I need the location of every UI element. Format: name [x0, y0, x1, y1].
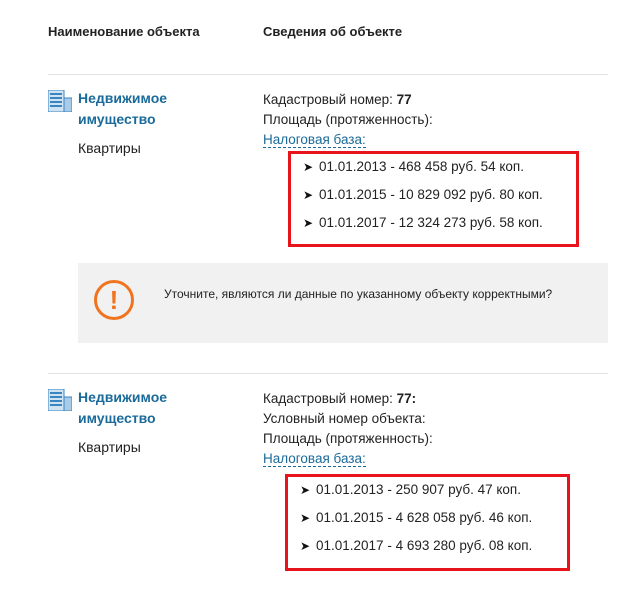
arrow-bullet-icon: ➤ — [303, 188, 314, 202]
tax-base-link[interactable]: Налоговая база: — [263, 132, 366, 148]
arrow-bullet-icon: ➤ — [300, 539, 311, 553]
arrow-bullet-icon: ➤ — [303, 216, 314, 230]
tax-base-item: ➤ 01.01.2013 - 250 907 руб. 47 коп. — [300, 482, 521, 497]
cadastral-number-label: Кадастровый номер: — [263, 92, 393, 107]
conditional-number-label: Условный номер объекта: — [263, 411, 426, 426]
exclamation-circle-icon: ! — [94, 280, 134, 320]
arrow-bullet-icon: ➤ — [303, 160, 314, 174]
object-kind: Квартиры — [78, 439, 141, 455]
arrow-bullet-icon: ➤ — [300, 483, 311, 497]
object-title-link[interactable]: Недвижимое имущество — [78, 88, 218, 130]
cadastral-number-value: 77: — [396, 391, 417, 406]
tax-base-highlight-box: ➤ 01.01.2013 - 468 458 руб. 54 коп. ➤ 01.0… — [288, 151, 579, 247]
arrow-bullet-icon: ➤ — [300, 511, 311, 525]
object-info: Кадастровый номер: 77 Площадь (протяженн… — [263, 90, 433, 150]
object-info: Кадастровый номер: 77: Условный номер об… — [263, 389, 433, 469]
alert-message: Уточните, являются ли данные по указанно… — [164, 287, 553, 301]
real-estate-icon — [47, 89, 73, 113]
real-estate-icon — [47, 388, 73, 412]
cadastral-number-label: Кадастровый номер: — [263, 391, 393, 406]
area-label: Площадь (протяженность): — [263, 112, 433, 127]
cadastral-number-row: Кадастровый номер: 77: — [263, 389, 433, 409]
tax-base-highlight-box: ➤ 01.01.2013 - 250 907 руб. 47 коп. ➤ 01.0… — [285, 474, 570, 571]
object-kind: Квартиры — [78, 140, 141, 156]
column-header-name: Наименование объекта — [48, 24, 200, 39]
tax-base-item: ➤ 01.01.2017 - 12 324 273 руб. 58 коп. — [303, 215, 543, 230]
column-header-info: Сведения об объекте — [263, 24, 403, 39]
cadastral-number-row: Кадастровый номер: 77 — [263, 90, 433, 110]
tax-base-item: ➤ 01.01.2015 - 10 829 092 руб. 80 коп. — [303, 187, 543, 202]
verification-alert: ! Уточните, являются ли данные по указан… — [78, 263, 608, 343]
tax-base-item: ➤ 01.01.2017 - 4 693 280 руб. 08 коп. — [300, 538, 533, 553]
cadastral-number-value: 77 — [396, 92, 412, 107]
tax-base-link[interactable]: Налоговая база: — [263, 451, 366, 467]
area-label: Площадь (протяженность): — [263, 431, 433, 446]
object-title-link[interactable]: Недвижимое имущество — [78, 387, 218, 429]
header-divider — [48, 74, 608, 75]
section-divider — [48, 373, 608, 374]
tax-base-item: ➤ 01.01.2015 - 4 628 058 руб. 46 коп. — [300, 510, 533, 525]
tax-base-item: ➤ 01.01.2013 - 468 458 руб. 54 коп. — [303, 159, 524, 174]
